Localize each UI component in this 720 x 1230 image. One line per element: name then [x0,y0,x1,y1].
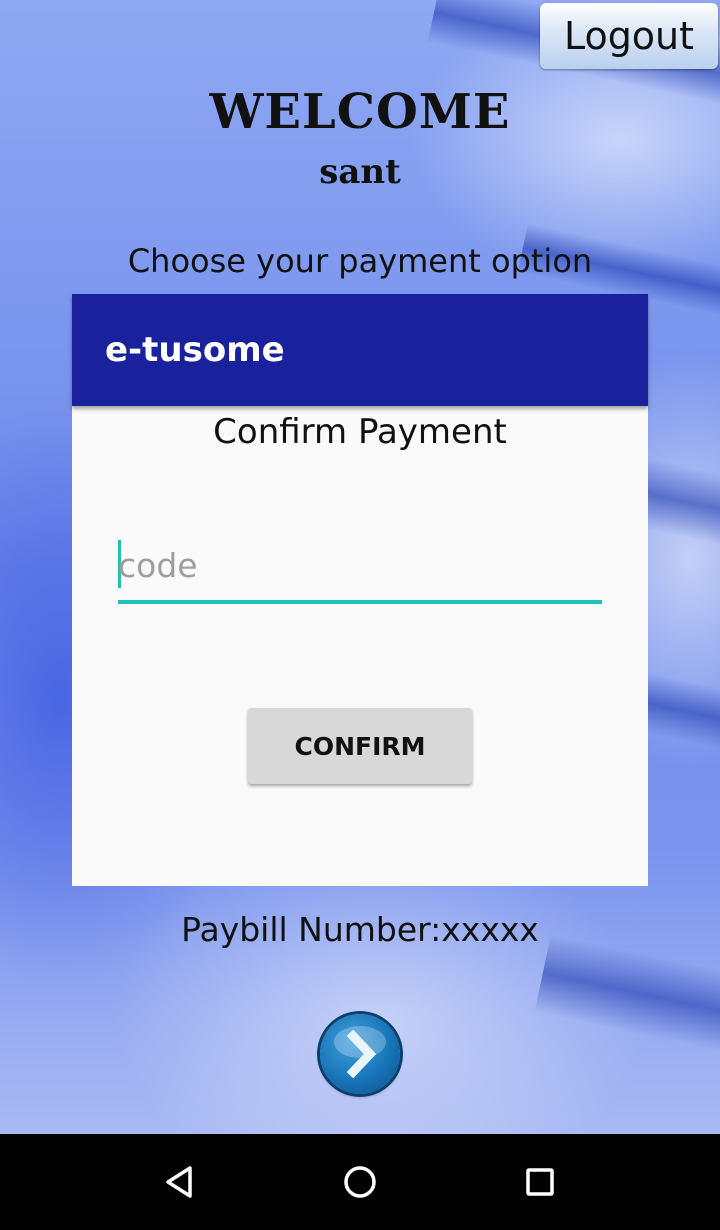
logout-button[interactable]: Logout [540,3,718,69]
card-title: e-tusome [105,330,285,370]
paybill-number: Paybill Number:xxxxx [181,910,539,949]
system-nav-bar [0,1134,720,1230]
payment-card: e-tusome Confirm Payment code CONFIRM [72,294,648,886]
home-icon[interactable] [336,1158,384,1206]
payment-option-prompt: Choose your payment option [127,242,593,280]
code-placeholder: code [118,546,198,585]
app-screen: Logout WELCOME sant Choose your payment … [0,0,720,1134]
back-icon[interactable] [156,1158,204,1206]
chevron-right-icon [334,1026,386,1079]
confirm-button[interactable]: CONFIRM [248,708,472,784]
confirm-payment-heading: Confirm Payment [213,412,507,452]
card-header: e-tusome [72,294,648,406]
welcome-title: WELCOME [209,84,511,140]
username-label: sant [319,152,401,192]
recents-icon[interactable] [516,1158,564,1206]
background-stripe [534,933,720,1067]
next-button[interactable] [320,1014,400,1094]
code-input[interactable]: code [118,538,602,604]
